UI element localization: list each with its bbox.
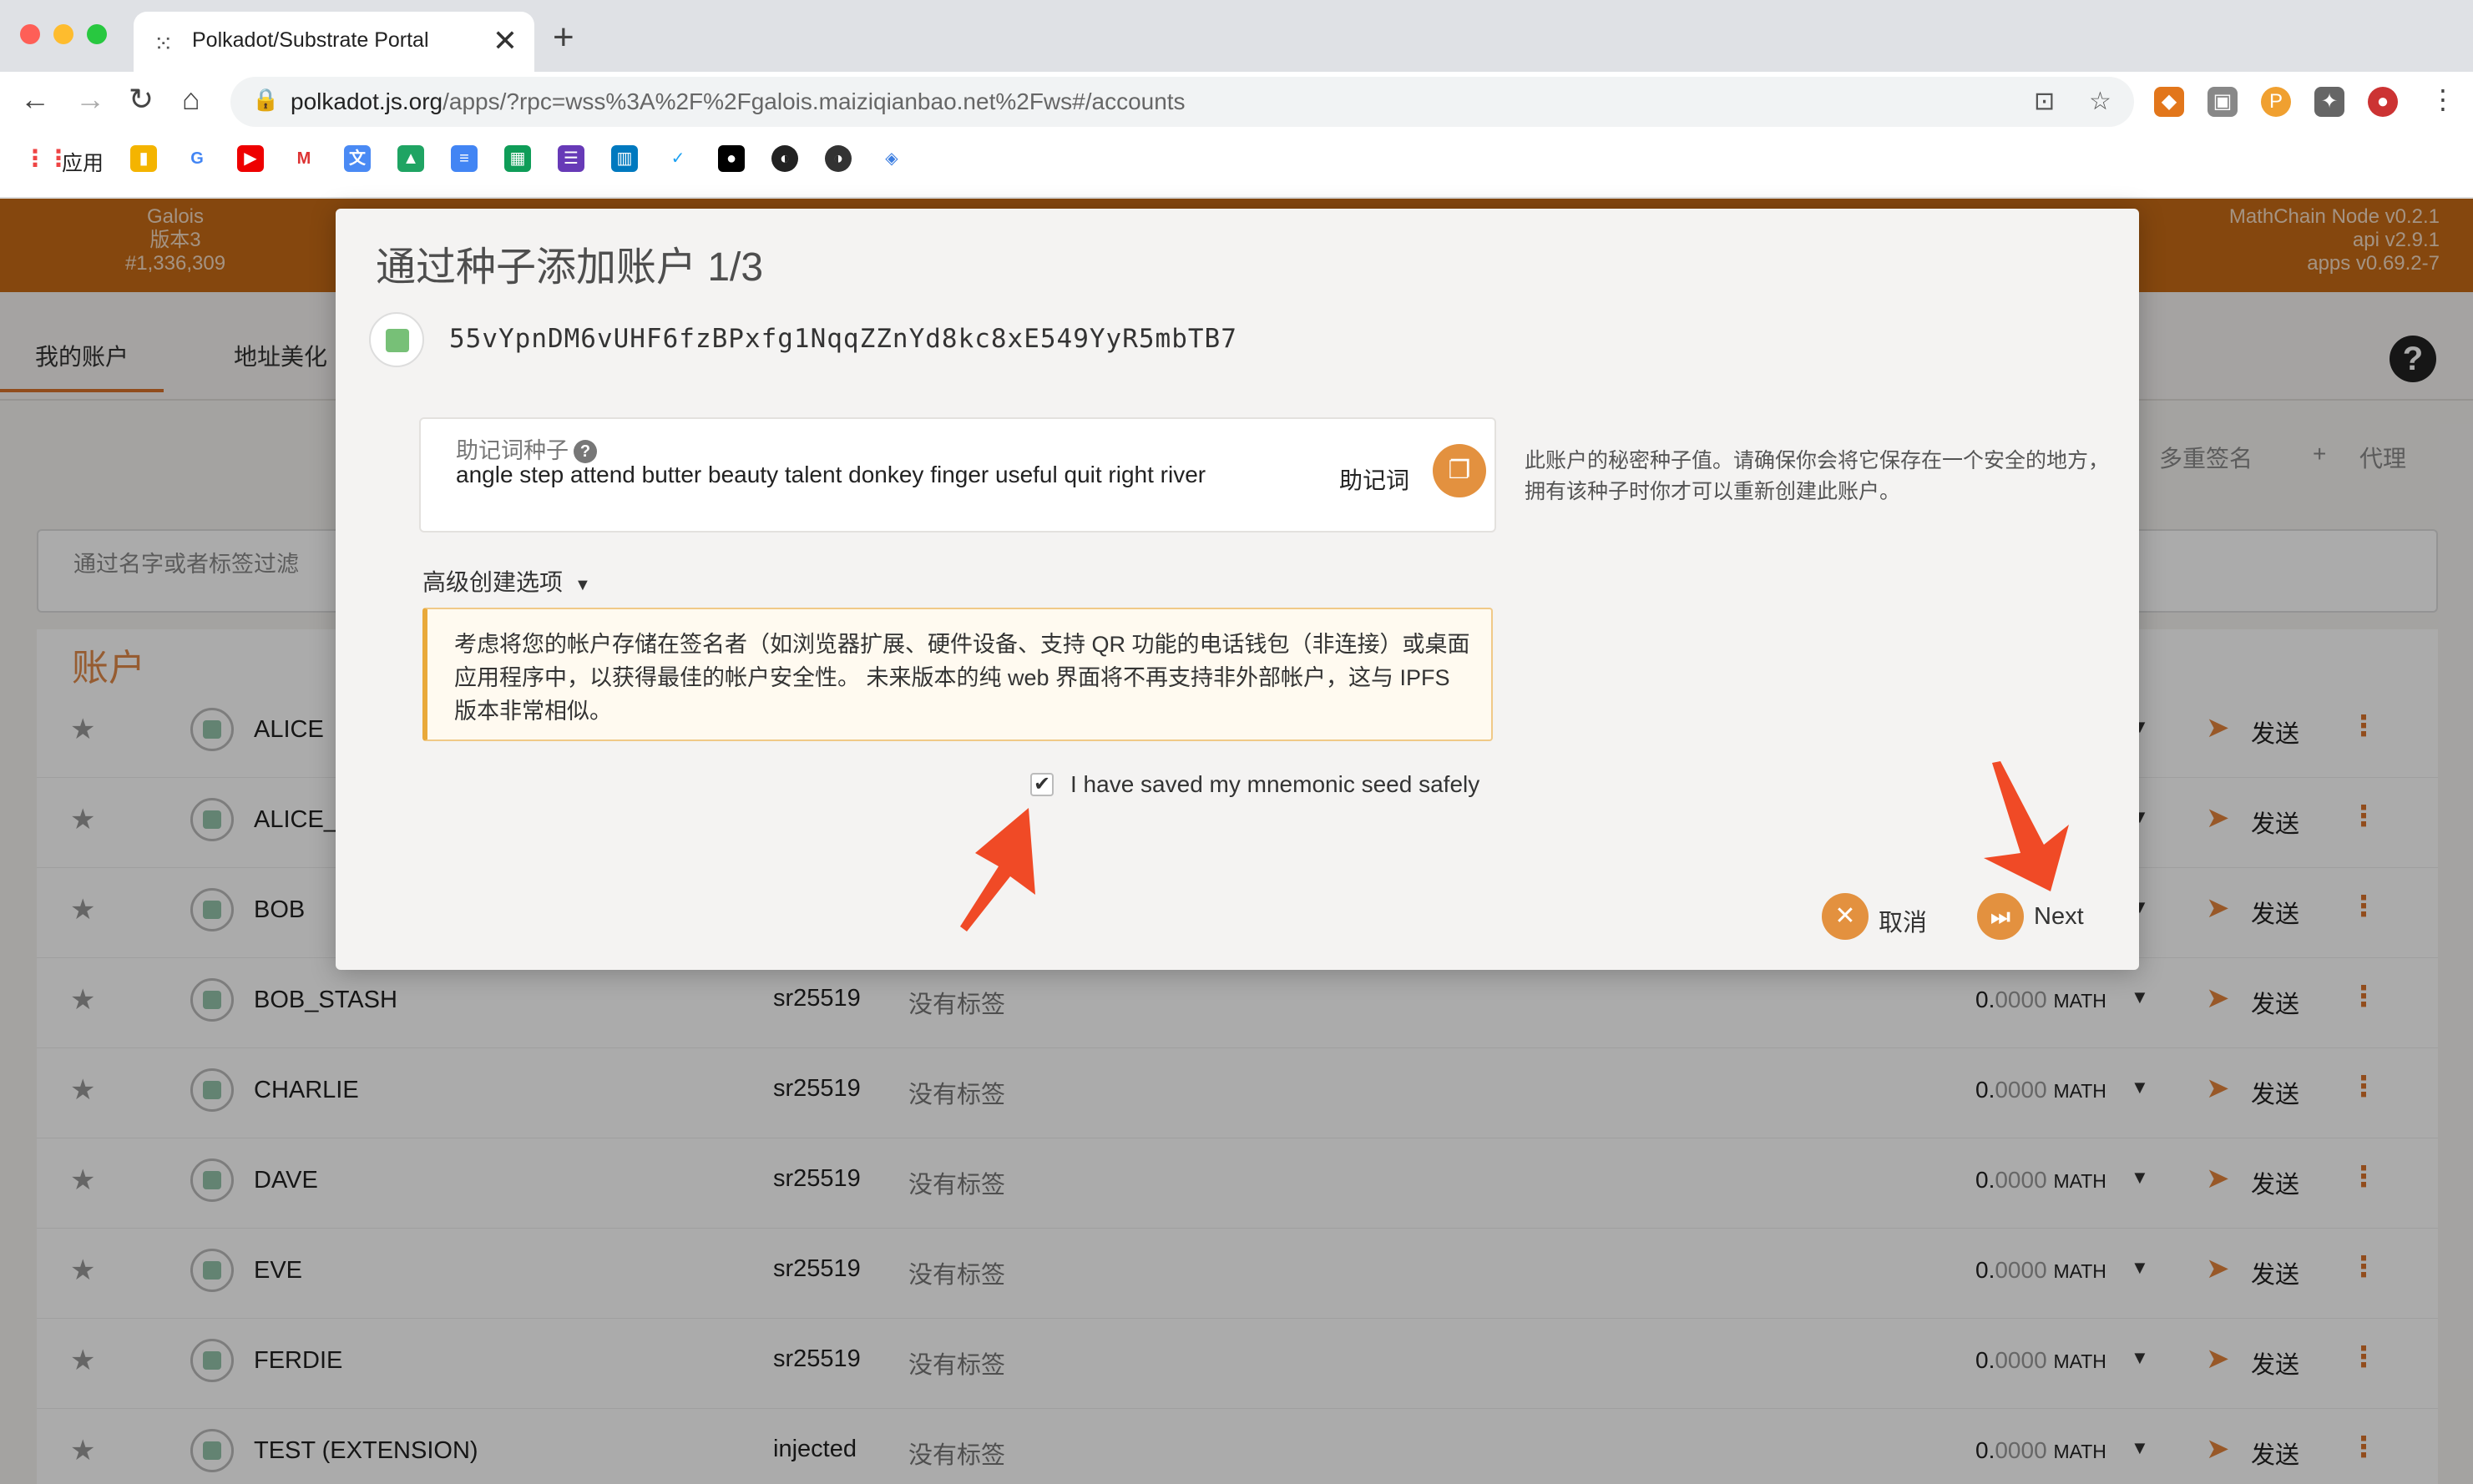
advanced-options-toggle[interactable]: 高级创建选项 ▼ <box>422 564 591 598</box>
bookmark-layers-icon[interactable]: ◈ <box>878 145 905 172</box>
apps-grid-icon[interactable]: ⋮⋮ <box>23 145 70 172</box>
gmail-bookmark-icon[interactable]: M <box>291 145 317 172</box>
translate-icon[interactable]: ⊡ <box>2034 87 2055 116</box>
question-icon[interactable]: ? <box>574 440 597 463</box>
twitter-bookmark-icon[interactable]: ✓ <box>665 145 691 172</box>
cancel-x-icon: ✕ <box>1822 893 1869 940</box>
identicon-avatar <box>369 312 424 367</box>
bookmark-circle-icon[interactable]: ◐ <box>771 145 798 172</box>
window-close-button[interactable] <box>20 24 40 44</box>
home-icon[interactable]: ⌂ <box>182 82 200 117</box>
seed-value[interactable]: angle step attend butter beauty talent d… <box>456 461 1207 488</box>
metamask-extension-icon[interactable]: ◆ <box>2154 87 2184 117</box>
polkadot-extension-icon[interactable]: P <box>2261 87 2291 117</box>
drive-bookmark-icon[interactable]: ▲ <box>397 145 424 172</box>
extension-icon[interactable]: ▣ <box>2207 87 2238 117</box>
bookmarks-bar: ⋮⋮ 应用 ▮ G ▶ M 文 ▲ ≡ ▦ ☰ ▥ ✓ ● ◐ ◑ ◈ <box>0 132 2473 197</box>
bookmark-star-icon[interactable]: ☆ <box>2089 87 2111 116</box>
browser-toolbar: ← → ↻ ⌂ 🔒 polkadot.js.org/apps/?rpc=wss%… <box>0 72 2473 199</box>
next-label: Next <box>2034 903 2084 930</box>
trello-bookmark-icon[interactable]: ▥ <box>611 145 638 172</box>
seed-help-text: 此账户的秘密种子值。请确保你会将它保存在一个安全的地方，拥有该种子时你才可以重新… <box>1525 449 2110 503</box>
analytics-bookmark-icon[interactable]: ▮ <box>130 145 157 172</box>
address-bar[interactable]: 🔒 polkadot.js.org/apps/?rpc=wss%3A%2F%2F… <box>230 77 2134 127</box>
back-icon[interactable]: ← <box>20 82 50 117</box>
youtube-bookmark-icon[interactable]: ▶ <box>237 145 264 172</box>
browser-tab-bar: ⁙ Polkadot/Substrate Portal ✕ + <box>0 0 2473 72</box>
cancel-label: 取消 <box>1879 910 1928 936</box>
new-tab-button[interactable]: + <box>553 17 574 58</box>
reload-icon[interactable]: ↻ <box>129 82 154 117</box>
window-maximize-button[interactable] <box>87 24 107 44</box>
warning-box: 考虑将您的帐户存储在签名者（如浏览器扩展、硬件设备、支持 QR 功能的电话钱包（… <box>422 608 1493 741</box>
polkadot-favicon-icon: ⁙ <box>154 31 174 57</box>
docs-bookmark-icon[interactable]: ≡ <box>451 145 478 172</box>
browser-menu-icon[interactable]: ⋮ <box>2430 83 2456 115</box>
account-address: 55vYpnDM6vUHF6fzBPxfg1NqqZZnYd8kc8xE549Y… <box>449 324 1237 354</box>
window-minimize-button[interactable] <box>53 24 73 44</box>
annotation-arrow-next <box>1984 761 2069 891</box>
mnemonic-seed-field[interactable]: 助记词种子? angle step attend butter beauty t… <box>419 417 1496 533</box>
bookmark-apps[interactable]: 应用 <box>62 147 104 177</box>
saved-seed-checkbox[interactable]: ✔ <box>1030 773 1054 796</box>
step-forward-icon: ⏭ <box>1977 893 2024 940</box>
browser-tab[interactable]: ⁙ Polkadot/Substrate Portal ✕ <box>134 12 534 72</box>
translate-bookmark-icon[interactable]: 文 <box>344 145 371 172</box>
lock-icon: 🔒 <box>252 87 280 112</box>
profile-avatar[interactable]: ● <box>2368 87 2398 117</box>
modal-title: 通过种子添加账户 1/3 <box>376 245 764 290</box>
warning-text: 考虑将您的帐户存储在签名者（如浏览器扩展、硬件设备、支持 QR 功能的电话钱包（… <box>454 632 1470 724</box>
google-bookmark-icon[interactable]: G <box>184 145 210 172</box>
seed-type-dropdown[interactable]: 助记词 <box>1339 462 1409 496</box>
sheets-bookmark-icon[interactable]: ▦ <box>504 145 531 172</box>
tab-close-icon[interactable]: ✕ <box>493 23 518 58</box>
add-account-modal: 通过种子添加账户 1/3 55vYpnDM6vUHF6fzBPxfg1NqqZZ… <box>336 209 2139 970</box>
url-text[interactable]: polkadot.js.org/apps/?rpc=wss%3A%2F%2Fga… <box>291 88 1186 115</box>
tab-title: Polkadot/Substrate Portal <box>192 28 429 52</box>
extensions-puzzle-icon[interactable]: ✦ <box>2314 87 2344 117</box>
saved-seed-label[interactable]: I have saved my mnemonic seed safely <box>1070 771 1479 798</box>
annotation-arrow-checkbox <box>960 808 1035 931</box>
bookmark-dark-icon[interactable]: ◑ <box>825 145 852 172</box>
forms-bookmark-icon[interactable]: ☰ <box>558 145 584 172</box>
medium-bookmark-icon[interactable]: ● <box>718 145 745 172</box>
forward-icon[interactable]: → <box>75 82 105 117</box>
copy-icon[interactable]: ❐ <box>1433 444 1486 497</box>
caret-down-icon: ▼ <box>574 576 591 594</box>
